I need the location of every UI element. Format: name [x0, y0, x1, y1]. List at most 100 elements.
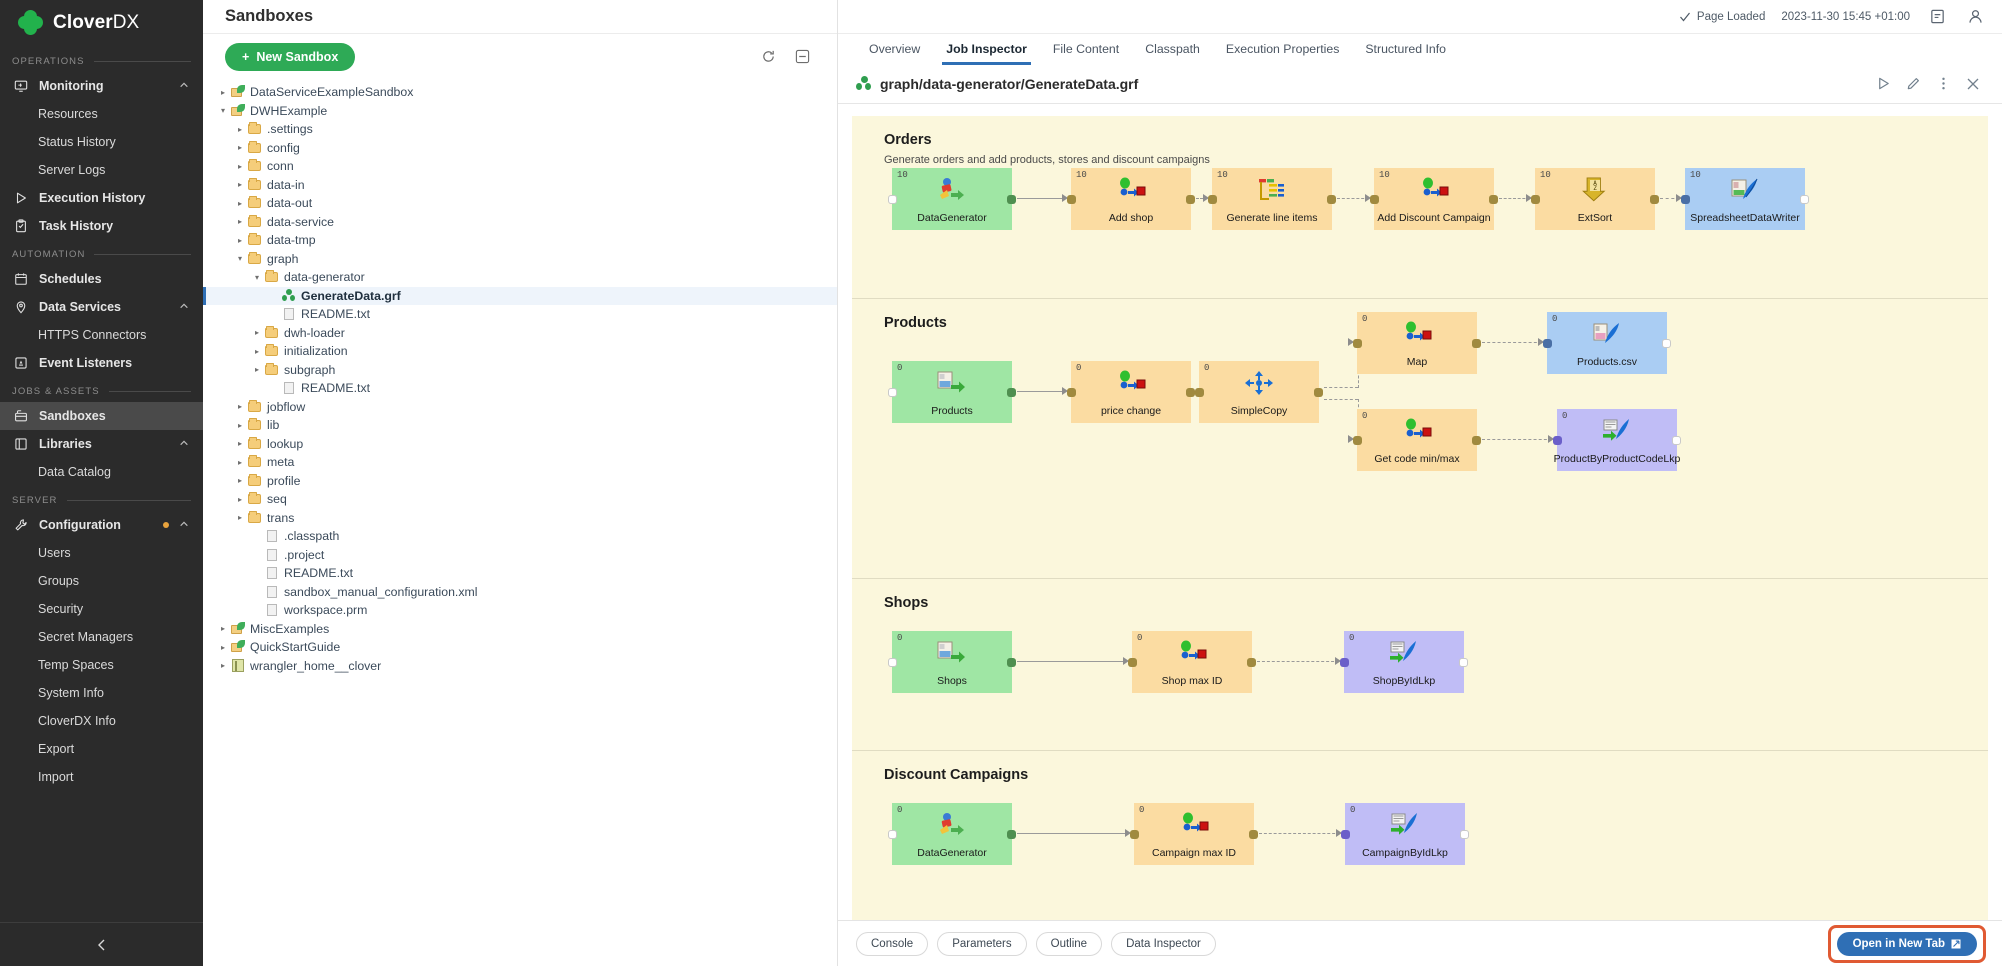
tree-item[interactable]: data-service — [203, 213, 837, 232]
graph-node[interactable]: 0 Products.csv — [1547, 312, 1667, 374]
node-input-port[interactable] — [1341, 830, 1350, 839]
chevron-right-icon[interactable] — [234, 199, 246, 208]
tree-item[interactable]: .classpath — [203, 527, 837, 546]
tree-item[interactable]: DWHExample — [203, 102, 837, 121]
node-input-port[interactable] — [888, 388, 897, 397]
graph-node[interactable]: 10 Add Discount Campaign — [1374, 168, 1494, 230]
tree-item[interactable]: graph — [203, 250, 837, 269]
sidebar-item-monitoring[interactable]: Monitoring — [0, 72, 203, 100]
node-output-port[interactable] — [1460, 830, 1469, 839]
graph-node[interactable]: 10 Add shop — [1071, 168, 1191, 230]
tree-item[interactable]: .project — [203, 546, 837, 565]
new-sandbox-button[interactable]: + New Sandbox — [225, 43, 355, 71]
tab-overview[interactable]: Overview — [856, 34, 933, 65]
node-input-port[interactable] — [888, 658, 897, 667]
chevron-right-icon[interactable] — [234, 458, 246, 467]
tree-item[interactable]: .settings — [203, 120, 837, 139]
graph-node[interactable]: 10 DataGenerator — [892, 168, 1012, 230]
tree-item[interactable]: conn — [203, 157, 837, 176]
chevron-right-icon[interactable] — [234, 495, 246, 504]
bottom-tab-console[interactable]: Console — [856, 932, 928, 956]
chevron-up-icon[interactable] — [179, 300, 189, 314]
tree-item[interactable]: profile — [203, 472, 837, 491]
sidebar-item-data-services[interactable]: Data Services — [0, 293, 203, 321]
tree-item[interactable]: DataServiceExampleSandbox — [203, 83, 837, 102]
node-input-port[interactable] — [1543, 339, 1552, 348]
more-vertical-icon[interactable] — [1928, 69, 1958, 99]
node-output-port[interactable] — [1007, 658, 1016, 667]
bottom-tab-parameters[interactable]: Parameters — [937, 932, 1026, 956]
node-input-port[interactable] — [888, 830, 897, 839]
node-input-port[interactable] — [1067, 195, 1076, 204]
chevron-right-icon[interactable] — [217, 624, 229, 633]
tree-item[interactable]: MiscExamples — [203, 620, 837, 639]
tree-item[interactable]: jobflow — [203, 398, 837, 417]
sidebar-item-configuration[interactable]: Configuration — [0, 511, 203, 539]
chevron-right-icon[interactable] — [234, 217, 246, 226]
node-input-port[interactable] — [1531, 195, 1540, 204]
node-input-port[interactable] — [1553, 436, 1562, 445]
sidebar-collapse-button[interactable] — [0, 922, 203, 966]
node-input-port[interactable] — [888, 195, 897, 204]
tree-item[interactable]: data-out — [203, 194, 837, 213]
node-input-port[interactable] — [1067, 388, 1076, 397]
tab-classpath[interactable]: Classpath — [1132, 34, 1213, 65]
notes-icon[interactable] — [1926, 6, 1948, 28]
tree-item[interactable]: README.txt — [203, 305, 837, 324]
tree-item[interactable]: lookup — [203, 435, 837, 454]
chevron-right-icon[interactable] — [234, 476, 246, 485]
chevron-right-icon[interactable] — [234, 180, 246, 189]
graph-node[interactable]: 0 ProductByProductCodeLkp — [1557, 409, 1677, 471]
tree-item[interactable]: trans — [203, 509, 837, 528]
user-icon[interactable] — [1964, 6, 1986, 28]
chevron-right-icon[interactable] — [234, 162, 246, 171]
chevron-up-icon[interactable] — [179, 437, 189, 451]
bottom-tab-outline[interactable]: Outline — [1036, 932, 1102, 956]
sidebar-item-data-catalog[interactable]: Data Catalog — [0, 458, 203, 486]
node-output-port[interactable] — [1672, 436, 1681, 445]
node-output-port[interactable] — [1472, 436, 1481, 445]
sidebar-item-event-listeners[interactable]: Event Listeners — [0, 349, 203, 377]
bottom-tab-data-inspector[interactable]: Data Inspector — [1111, 932, 1216, 956]
chevron-right-icon[interactable] — [234, 513, 246, 522]
sidebar-item-https-connectors[interactable]: HTTPS Connectors — [0, 321, 203, 349]
sidebar-item-sandboxes[interactable]: Sandboxes — [0, 402, 203, 430]
node-input-port[interactable] — [1681, 195, 1690, 204]
refresh-icon[interactable] — [755, 44, 781, 70]
node-output-port[interactable] — [1247, 658, 1256, 667]
node-output-port[interactable] — [1186, 195, 1195, 204]
chevron-right-icon[interactable] — [251, 365, 263, 374]
tree-item[interactable]: dwh-loader — [203, 324, 837, 343]
tab-file-content[interactable]: File Content — [1040, 34, 1132, 65]
node-input-port[interactable] — [1195, 388, 1204, 397]
node-input-port[interactable] — [1353, 339, 1362, 348]
sidebar-item-schedules[interactable]: Schedules — [0, 265, 203, 293]
tree-item[interactable]: data-in — [203, 176, 837, 195]
node-input-port[interactable] — [1340, 658, 1349, 667]
tab-structured-info[interactable]: Structured Info — [1352, 34, 1459, 65]
sidebar-item-import[interactable]: Import — [0, 763, 203, 791]
tree-item[interactable]: wrangler_home__clover — [203, 657, 837, 676]
node-input-port[interactable] — [1353, 436, 1362, 445]
sidebar-item-libraries[interactable]: Libraries — [0, 430, 203, 458]
brand[interactable]: CloverDX — [0, 0, 203, 45]
collapse-all-icon[interactable] — [789, 44, 815, 70]
edit-pencil-icon[interactable] — [1898, 69, 1928, 99]
sidebar-item-export[interactable]: Export — [0, 735, 203, 763]
graph-node[interactable]: 0 DataGenerator — [892, 803, 1012, 865]
tab-job-inspector[interactable]: Job Inspector — [933, 34, 1040, 65]
tree-item[interactable]: subgraph — [203, 361, 837, 380]
sidebar-item-secret-managers[interactable]: Secret Managers — [0, 623, 203, 651]
chevron-right-icon[interactable] — [251, 347, 263, 356]
chevron-right-icon[interactable] — [234, 143, 246, 152]
tree-item[interactable]: initialization — [203, 342, 837, 361]
tree-item[interactable]: README.txt — [203, 564, 837, 583]
graph-node[interactable]: 0 price change — [1071, 361, 1191, 423]
node-output-port[interactable] — [1327, 195, 1336, 204]
chevron-right-icon[interactable] — [234, 439, 246, 448]
sidebar-item-users[interactable]: Users — [0, 539, 203, 567]
tree-item[interactable]: data-tmp — [203, 231, 837, 250]
sidebar-item-server-logs[interactable]: Server Logs — [0, 156, 203, 184]
node-output-port[interactable] — [1662, 339, 1671, 348]
graph-node[interactable]: 0 Get code min/max — [1357, 409, 1477, 471]
